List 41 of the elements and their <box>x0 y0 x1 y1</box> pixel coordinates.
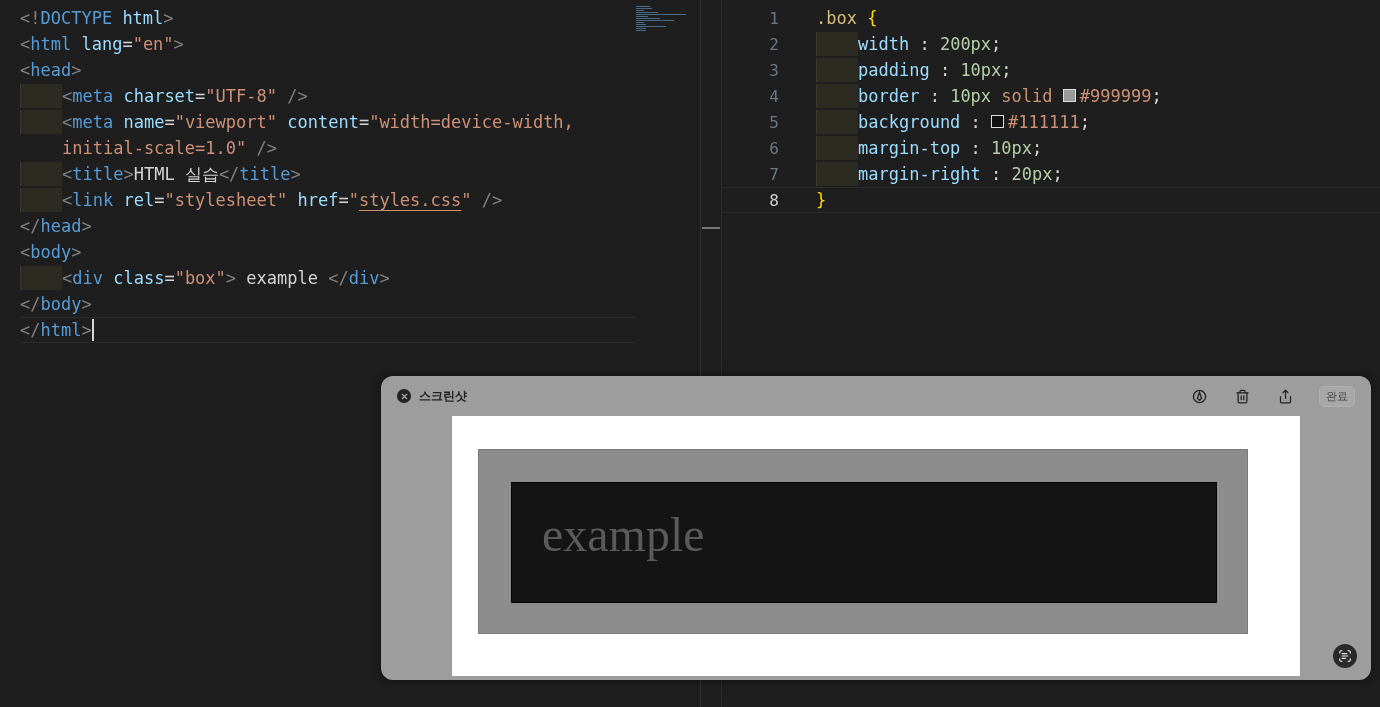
code-text: margin-top : 10px; <box>858 138 1043 158</box>
color-swatch[interactable] <box>991 115 1005 128</box>
code-text: <meta charset="UTF-8" /> <box>62 86 308 106</box>
trash-icon <box>1235 388 1250 404</box>
code-text: margin-right : 20px; <box>858 164 1063 184</box>
code-text: <link rel="stylesheet" href="styles.css" /> <box>62 190 503 210</box>
code-text: </html> <box>20 320 92 340</box>
code-text: background : #111111; <box>858 112 1090 132</box>
line-number: 2 <box>768 34 779 54</box>
line-number: 4 <box>768 86 779 106</box>
code-text: <body> <box>20 242 82 262</box>
code-text: </body> <box>20 294 92 314</box>
line-number: 7 <box>768 164 779 184</box>
share-icon <box>1278 388 1293 404</box>
window-title: 스크린샷 <box>419 387 468 405</box>
code-text: } <box>816 190 827 210</box>
code-text: border : 10px solid #999999; <box>858 86 1162 106</box>
close-icon <box>399 391 409 401</box>
code-text: <title>HTML 실습</title> <box>62 162 301 186</box>
code-text: </head> <box>20 216 92 236</box>
code-text: <head> <box>20 60 82 80</box>
code-text: padding : 10px; <box>858 60 1012 80</box>
line-number: 8 <box>768 190 779 210</box>
line-number: 1 <box>768 8 779 28</box>
code-text: initial-scale=1.0" /> <box>62 138 277 158</box>
text-scan-button[interactable] <box>1333 644 1357 668</box>
code-text: <meta name="viewport" content="width=device-width, <box>62 112 574 132</box>
code-text: width : 200px; <box>858 34 1002 54</box>
code-text: <!DOCTYPE html> <box>20 8 174 28</box>
done-button[interactable]: 완료 <box>1319 385 1355 407</box>
close-button[interactable] <box>397 389 411 403</box>
code-text: .box { <box>816 8 878 28</box>
line-number: 6 <box>768 138 779 158</box>
color-swatch[interactable] <box>1062 89 1076 102</box>
line-number: 5 <box>768 112 779 132</box>
preview-text: example <box>542 508 705 561</box>
pen-circle-icon <box>1192 388 1207 404</box>
scan-text-icon <box>1338 649 1352 663</box>
code-text: <div class="box"> example </div> <box>62 268 390 288</box>
code-text: <html lang="en"> <box>20 34 184 54</box>
line-number: 3 <box>768 60 779 80</box>
